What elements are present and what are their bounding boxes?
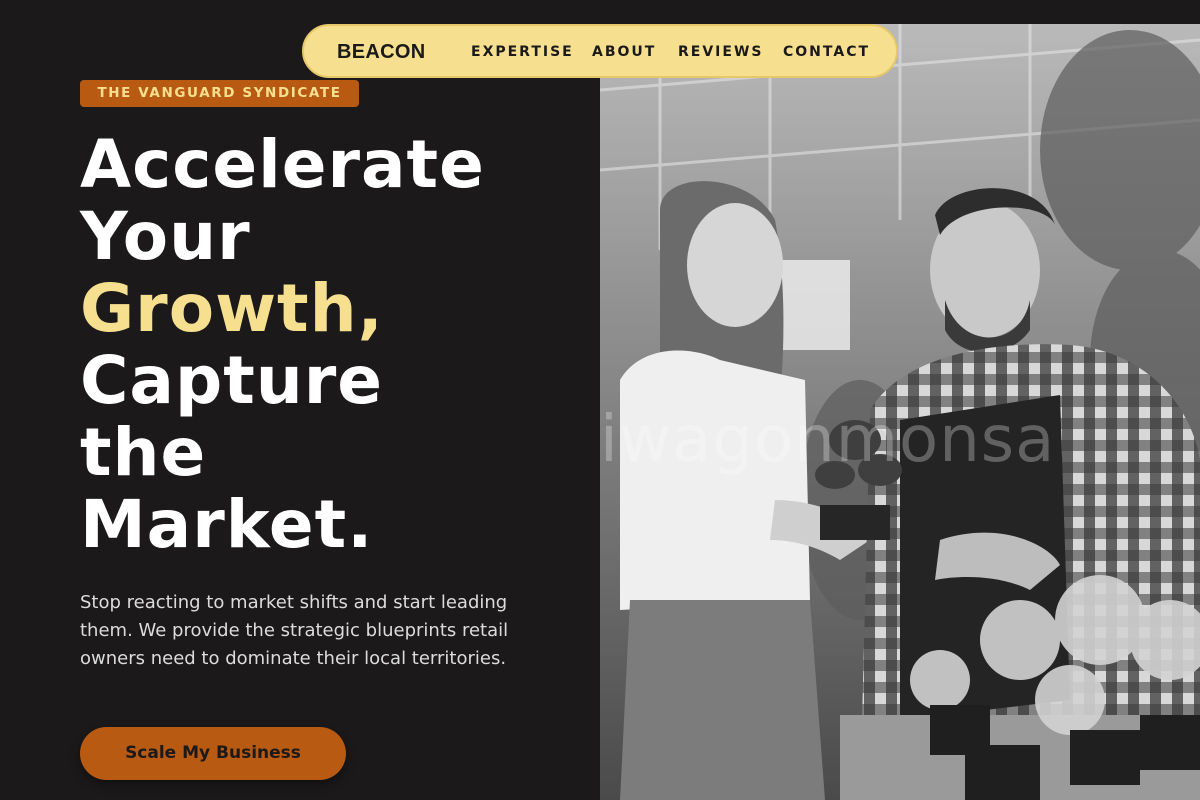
headline-line: Market. [80, 486, 374, 563]
photo-watermark: iwagonmonsa [600, 403, 1056, 477]
top-navbar: BEACON EXPERTISE ABOUT REVIEWS CONTACT [302, 24, 898, 78]
headline-line: Your [80, 198, 251, 275]
hero-headline: Accelerate Your Growth, Capture the Mark… [80, 129, 580, 561]
brand-logo[interactable]: BEACON [337, 41, 425, 64]
scale-business-button[interactable]: Scale My Business [80, 727, 346, 780]
top-strip [600, 0, 1200, 24]
nav-link-reviews[interactable]: REVIEWS [678, 44, 763, 60]
headline-line: the [80, 414, 207, 491]
headline-highlight: Growth, [80, 270, 384, 347]
headline-line: Accelerate [80, 126, 485, 203]
headline-line: Capture [80, 342, 384, 419]
nav-link-contact[interactable]: CONTACT [783, 44, 870, 60]
nav-link-about[interactable]: ABOUT [592, 44, 656, 60]
eyebrow-badge: THE VANGUARD SYNDICATE [80, 80, 359, 107]
hero-description: Stop reacting to market shifts and start… [80, 592, 509, 669]
nav-link-expertise[interactable]: EXPERTISE [471, 44, 574, 60]
